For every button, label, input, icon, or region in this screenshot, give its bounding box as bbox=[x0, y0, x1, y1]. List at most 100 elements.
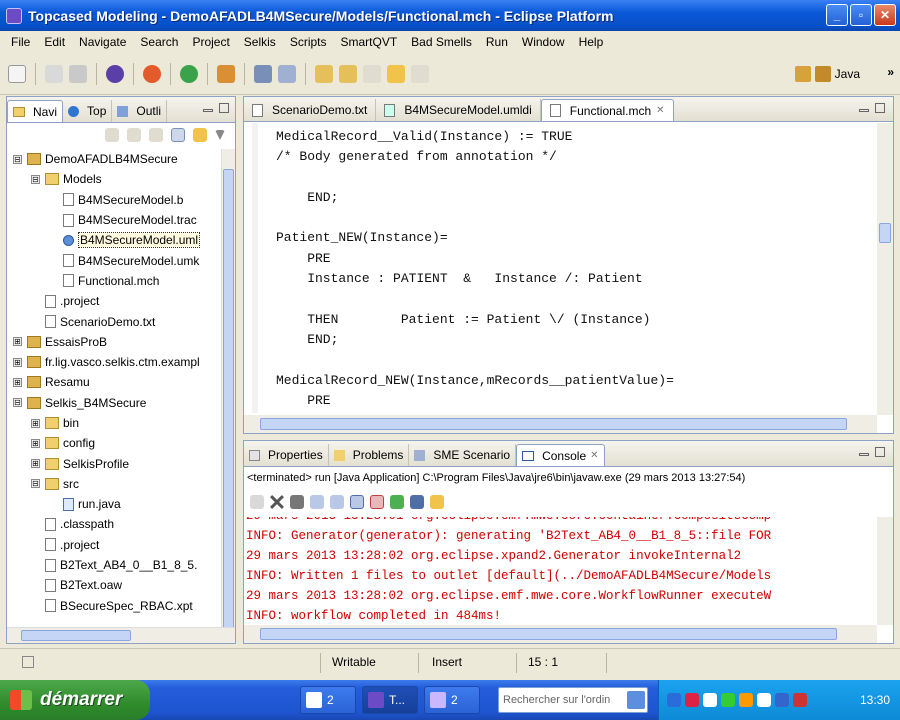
forward-nav-icon[interactable] bbox=[127, 128, 141, 142]
search-icon[interactable] bbox=[143, 64, 161, 83]
minimize-button[interactable]: _ bbox=[826, 4, 848, 26]
maximize-view-icon[interactable] bbox=[219, 103, 229, 113]
close-console-icon[interactable]: ✕ bbox=[590, 450, 598, 461]
expand-icon[interactable]: ⊞ bbox=[31, 418, 40, 428]
tree-item[interactable]: ⊞ bin bbox=[7, 413, 221, 433]
tree-item[interactable]: .classpath bbox=[7, 514, 221, 534]
menu-window[interactable]: Window bbox=[515, 35, 572, 49]
taskbar-search-input[interactable]: Rechercher sur l'ordin bbox=[498, 687, 648, 713]
open-perspective-icon[interactable] bbox=[794, 66, 811, 82]
maximize-console-icon[interactable] bbox=[875, 447, 885, 457]
open-resource-icon[interactable] bbox=[278, 64, 296, 83]
remove-launch-icon[interactable] bbox=[270, 495, 284, 509]
tab-functional[interactable]: Functional.mch ✕ bbox=[540, 99, 674, 121]
scroll-lock-icon[interactable] bbox=[330, 495, 344, 509]
forward-icon[interactable] bbox=[387, 64, 405, 83]
tab-topcased[interactable]: Top bbox=[63, 100, 113, 122]
tree-item[interactable]: ⊞ Resamu bbox=[7, 372, 221, 392]
menu-run[interactable]: Run bbox=[479, 35, 515, 49]
tree-item[interactable]: B4MSecureModel.b bbox=[7, 190, 221, 210]
tab-umldi[interactable]: B4MSecureModel.umldi bbox=[376, 99, 541, 121]
previous-annotation-icon[interactable] bbox=[339, 64, 357, 83]
tree-item[interactable]: ⊟ Selkis_B4MSecure bbox=[7, 393, 221, 413]
menu-bad-smells[interactable]: Bad Smells bbox=[404, 35, 479, 49]
start-button[interactable]: démarrer bbox=[0, 680, 150, 720]
tray-icon-1[interactable] bbox=[667, 693, 681, 707]
close-tab-icon[interactable]: ✕ bbox=[656, 105, 664, 116]
tray-icon-5[interactable] bbox=[739, 693, 753, 707]
console-text[interactable]: 29 mars 2013 13:28:01 org.eclipse.emf.mw… bbox=[246, 517, 875, 625]
open-type-icon[interactable] bbox=[254, 64, 272, 83]
navigator-horizontal-scrollbar[interactable] bbox=[7, 627, 235, 643]
network-icon[interactable] bbox=[757, 693, 771, 707]
taskbar-item-folders[interactable]: 2 bbox=[300, 686, 356, 714]
tab-navigator[interactable]: Navi bbox=[7, 100, 64, 122]
expand-icon[interactable]: ⊞ bbox=[13, 337, 22, 347]
menu-search[interactable]: Search bbox=[133, 35, 185, 49]
menu-file[interactable]: File bbox=[4, 35, 37, 49]
code-editor[interactable]: MedicalRecord__Valid(Instance) := TRUE /… bbox=[252, 123, 873, 413]
fast-view-icon[interactable] bbox=[22, 656, 34, 668]
tree-item[interactable]: Functional.mch bbox=[7, 271, 221, 291]
collapse-icon[interactable]: ⊟ bbox=[31, 479, 40, 489]
open-console-icon[interactable] bbox=[430, 495, 444, 509]
menu-selkis[interactable]: Selkis bbox=[237, 35, 283, 49]
volume-icon[interactable] bbox=[775, 693, 789, 707]
tree-item[interactable]: ⊟ Models bbox=[7, 169, 221, 189]
back-icon[interactable] bbox=[363, 64, 381, 83]
link-editor-icon[interactable] bbox=[193, 128, 207, 142]
display-console-icon[interactable] bbox=[410, 495, 424, 509]
console-output[interactable]: 29 mars 2013 13:28:01 org.eclipse.emf.mw… bbox=[246, 517, 875, 625]
tab-scenariodemo[interactable]: ScenarioDemo.txt bbox=[244, 99, 377, 121]
antivirus-icon[interactable] bbox=[793, 693, 807, 707]
external-tools-icon[interactable] bbox=[217, 64, 235, 83]
search-icon[interactable] bbox=[627, 691, 645, 709]
minimize-editor-icon[interactable] bbox=[859, 109, 869, 112]
tree-item[interactable]: ⊞ fr.lig.vasco.selkis.ctm.exampl bbox=[7, 352, 221, 372]
up-nav-icon[interactable] bbox=[149, 128, 163, 142]
expand-icon[interactable]: ⊞ bbox=[31, 459, 40, 469]
toolbar-overflow-icon[interactable]: » bbox=[887, 65, 894, 79]
expand-icon[interactable]: ⊞ bbox=[13, 357, 22, 367]
editor-vertical-scrollbar[interactable] bbox=[877, 123, 893, 415]
debug-icon[interactable] bbox=[106, 64, 124, 83]
expand-icon[interactable]: ⊞ bbox=[13, 377, 22, 387]
tab-problems[interactable]: Problems bbox=[329, 444, 410, 466]
console-vertical-scrollbar[interactable] bbox=[877, 517, 893, 625]
menu-scripts[interactable]: Scripts bbox=[283, 35, 334, 49]
pin-console-icon[interactable] bbox=[390, 495, 404, 509]
collapse-icon[interactable]: ⊟ bbox=[13, 398, 22, 408]
tree-item[interactable]: .project bbox=[7, 291, 221, 311]
menu-project[interactable]: Project bbox=[185, 35, 236, 49]
show-stderr-icon[interactable] bbox=[370, 495, 384, 509]
code-text[interactable]: MedicalRecord__Valid(Instance) := TRUE /… bbox=[276, 127, 873, 411]
perspective-switcher[interactable]: Java bbox=[794, 66, 860, 82]
tab-sme-scenario[interactable]: SME Scenario bbox=[409, 444, 517, 466]
tree-item[interactable]: ScenarioDemo.txt bbox=[7, 311, 221, 331]
tree-item[interactable]: B4MSecureModel.umk bbox=[7, 250, 221, 270]
collapse-all-icon[interactable] bbox=[171, 128, 185, 142]
tree-item[interactable]: B2Text_AB4_0__B1_8_5. bbox=[7, 555, 221, 575]
tray-icon-3[interactable] bbox=[703, 693, 717, 707]
tree-item[interactable]: B2Text.oaw bbox=[7, 575, 221, 595]
collapse-icon[interactable]: ⊟ bbox=[13, 154, 22, 164]
last-edit-icon[interactable] bbox=[411, 64, 429, 83]
expand-icon[interactable]: ⊞ bbox=[31, 438, 40, 448]
minimize-view-icon[interactable] bbox=[203, 109, 213, 112]
show-stdout-icon[interactable] bbox=[350, 495, 364, 509]
menu-help[interactable]: Help bbox=[572, 35, 611, 49]
close-button[interactable]: ✕ bbox=[874, 4, 896, 26]
menu-navigate[interactable]: Navigate bbox=[72, 35, 133, 49]
maximize-editor-icon[interactable] bbox=[875, 103, 885, 113]
tree-item[interactable]: ⊞ config bbox=[7, 433, 221, 453]
tree-item[interactable]: ⊟ DemoAFADLB4MSecure bbox=[7, 149, 221, 169]
run-icon[interactable] bbox=[180, 64, 198, 83]
menu-edit[interactable]: Edit bbox=[37, 35, 72, 49]
print-icon[interactable] bbox=[69, 64, 87, 83]
clear-console-icon[interactable] bbox=[310, 495, 324, 509]
tab-console[interactable]: Console ✕ bbox=[516, 444, 605, 466]
minimize-console-icon[interactable] bbox=[859, 453, 869, 456]
tree-item[interactable]: BSecureSpec_RBAC.xpt bbox=[7, 596, 221, 616]
tree-item[interactable]: .project bbox=[7, 535, 221, 555]
back-nav-icon[interactable] bbox=[105, 128, 119, 142]
